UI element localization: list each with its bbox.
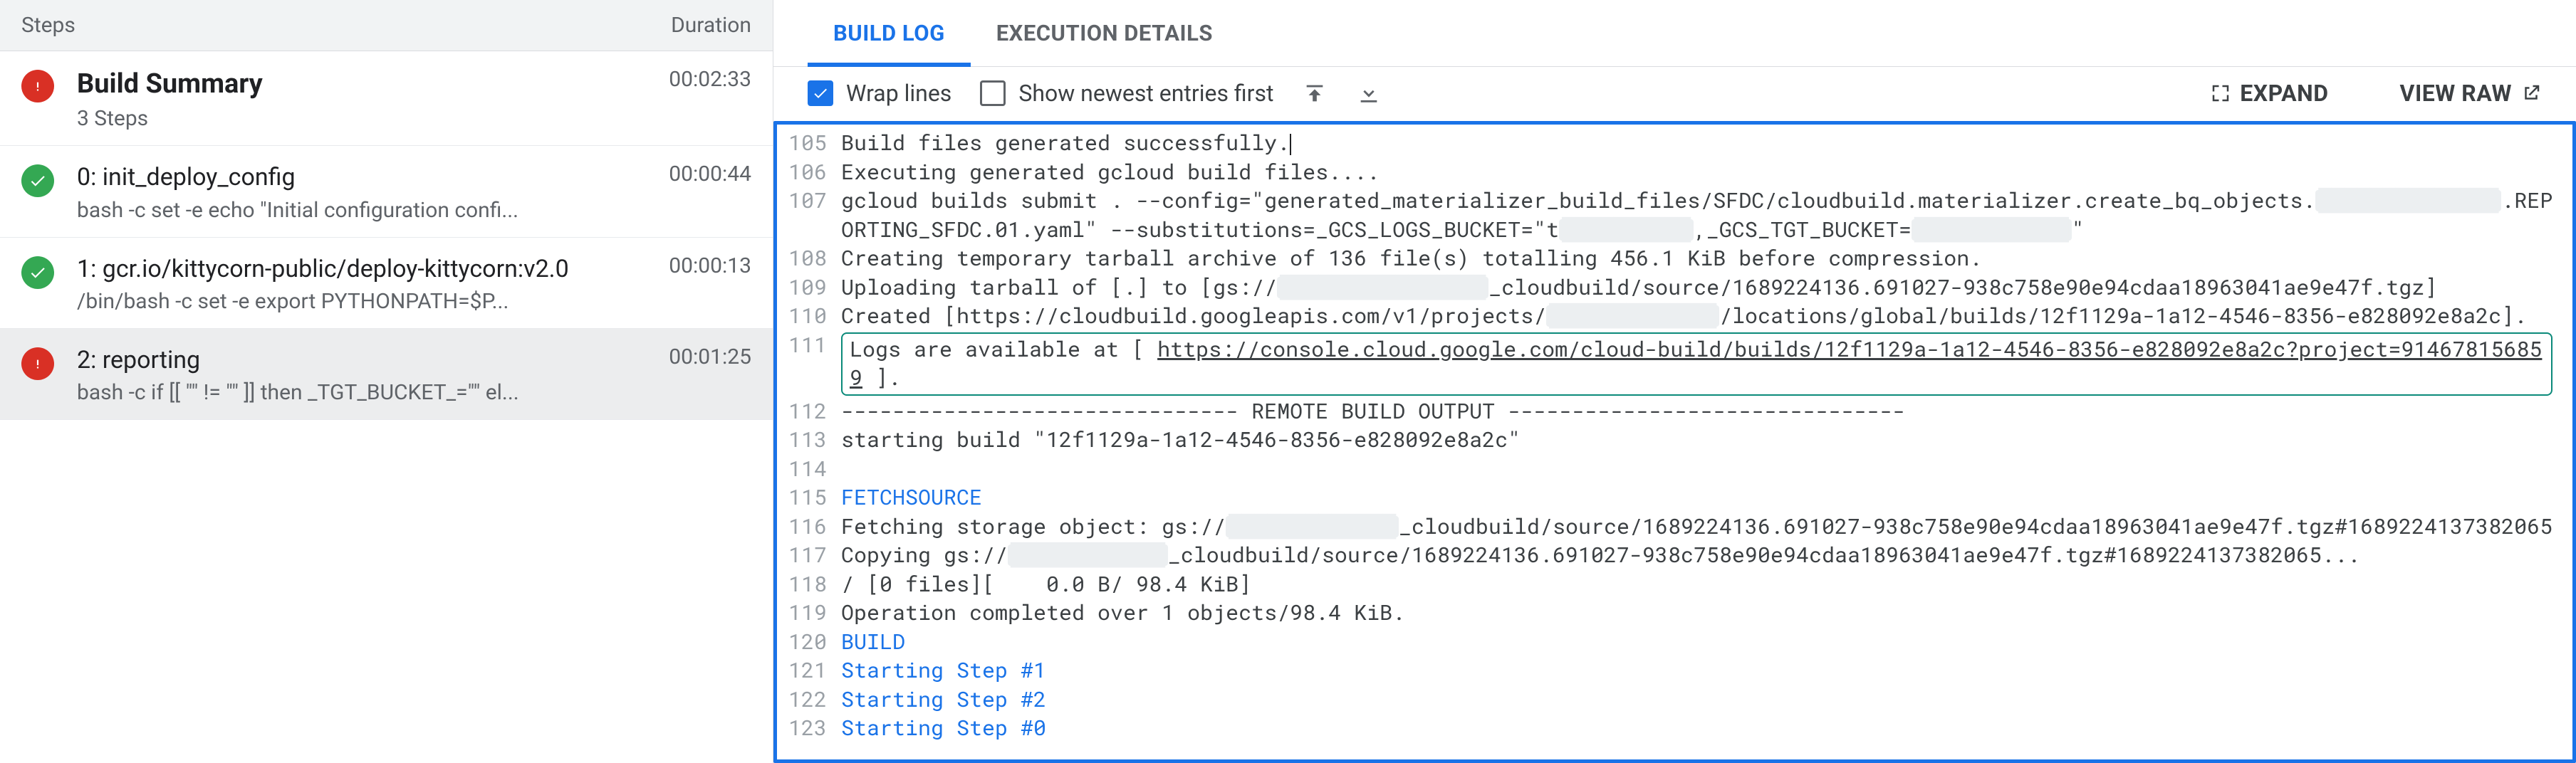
step-row-2[interactable]: 2: reporting bash -c if [[ "" != "" ]] th… [0,329,773,420]
line-text: Executing generated gcloud build files..… [841,158,2572,187]
line-text: Starting Step #2 [841,685,2572,715]
log-viewport[interactable]: 105Build files generated successfully.10… [773,121,2576,763]
line-text: / [0 files][ 0.0 B/ 98.4 KiB] [841,570,2572,599]
line-number: 114 [777,455,841,484]
step-title: 1: gcr.io/kittycorn-public/deploy-kittyc… [77,253,655,285]
log-line: 116Fetching storage object: gs://███████… [777,512,2572,542]
line-number: 111 [777,331,841,360]
tabs: BUILD LOG EXECUTION DETAILS [773,0,2576,67]
tab-build-log[interactable]: BUILD LOG [808,0,971,66]
line-text: FETCHSOURCE [841,483,2572,512]
expand-icon [2210,83,2231,104]
line-text: Fetching storage object: gs://██████████… [841,512,2572,542]
log-line: 115FETCHSOURCE [777,483,2572,512]
log-line: 111Logs are available at [ https://conso… [777,331,2572,397]
line-number: 116 [777,512,841,542]
log-toolbar: Wrap lines Show newest entries first EXP… [773,67,2576,121]
steps-sidebar: Steps Duration Build Summary 3 Steps 00:… [0,0,773,763]
line-text: Starting Step #1 [841,656,2572,685]
check-icon [21,256,54,289]
log-line: 105Build files generated successfully. [777,129,2572,158]
log-line: 110Created [https://cloudbuild.googleapi… [777,302,2572,331]
log-line: 119Operation completed over 1 objects/98… [777,599,2572,628]
line-number: 115 [777,483,841,512]
line-number: 106 [777,158,841,187]
checkbox-checked-icon [808,80,833,106]
build-summary-row[interactable]: Build Summary 3 Steps 00:02:33 [0,51,773,146]
step-duration: 00:01:25 [655,344,751,369]
wrap-lines-label: Wrap lines [846,80,951,107]
line-number: 105 [777,129,841,158]
expand-button[interactable]: EXPAND [2210,80,2328,107]
logs-link-callout[interactable]: Logs are available at [ https://console.… [841,332,2552,396]
step-command: /bin/bash -c set -e export PYTHONPATH=$P… [77,289,655,314]
line-text: Build files generated successfully. [841,129,2572,158]
error-icon [21,347,54,380]
log-line: 114 [777,455,2572,484]
line-number: 112 [777,397,841,426]
line-text: gcloud builds submit . --config="generat… [841,186,2572,244]
line-text: Starting Step #0 [841,714,2572,743]
log-line: 113starting build "12f1129a-1a12-4546-83… [777,426,2572,455]
line-number: 120 [777,628,841,657]
duration-col-header: Duration [671,13,751,38]
step-duration: 00:00:44 [655,162,751,186]
line-number: 109 [777,273,841,302]
line-text: BUILD [841,628,2572,657]
step-row-1[interactable]: 1: gcr.io/kittycorn-public/deploy-kittyc… [0,238,773,329]
line-number: 122 [777,685,841,715]
line-number: 121 [777,656,841,685]
line-number: 118 [777,570,841,599]
log-line: 118/ [0 files][ 0.0 B/ 98.4 KiB] [777,570,2572,599]
line-text: starting build "12f1129a-1a12-4546-8356-… [841,426,2572,455]
step-duration: 00:00:13 [655,253,751,278]
log-line: 108Creating temporary tarball archive of… [777,244,2572,273]
log-line: 120BUILD [777,628,2572,657]
summary-title: Build Summary [77,67,655,102]
line-number: 110 [777,302,841,331]
step-command: bash -c set -e echo "Initial configurati… [77,198,655,223]
log-line: 109Uploading tarball of [.] to [gs://███… [777,273,2572,302]
log-line: 117Copying gs://████████████_cloudbuild/… [777,541,2572,570]
log-line: 122Starting Step #2 [777,685,2572,715]
log-line: 106Executing generated gcloud build file… [777,158,2572,187]
download-icon[interactable] [1356,80,1382,106]
log-line: 123Starting Step #0 [777,714,2572,743]
newest-first-checkbox[interactable]: Show newest entries first [980,80,1273,107]
wrap-lines-checkbox[interactable]: Wrap lines [808,80,951,107]
check-icon [21,164,54,197]
tab-execution-details[interactable]: EXECUTION DETAILS [971,0,1239,66]
checkbox-empty-icon [980,80,1006,106]
step-row-0[interactable]: 0: init_deploy_configbash -c set -e echo… [0,146,773,237]
line-number: 107 [777,186,841,216]
log-line: 107gcloud builds submit . --config="gene… [777,186,2572,244]
log-line: 112------------------------------- REMOT… [777,397,2572,426]
log-line: 121Starting Step #1 [777,656,2572,685]
line-text: ------------------------------- REMOTE B… [841,397,2572,426]
steps-col-header: Steps [21,13,75,38]
line-number: 117 [777,541,841,570]
step-command: bash -c if [[ "" != "" ]] then _TGT_BUCK… [77,380,655,405]
scroll-top-icon[interactable] [1302,80,1328,106]
log-panel: BUILD LOG EXECUTION DETAILS Wrap lines S… [773,0,2576,763]
line-number: 123 [777,714,841,743]
summary-duration: 00:02:33 [655,67,751,92]
line-text: Operation completed over 1 objects/98.4 … [841,599,2572,628]
line-text: Creating temporary tarball archive of 13… [841,244,2572,273]
view-raw-button[interactable]: VIEW RAW [2400,80,2542,107]
step-title: 2: reporting [77,344,655,376]
step-title: 0: init_deploy_config [77,162,655,193]
line-number: 113 [777,426,841,455]
line-text: Copying gs://████████████_cloudbuild/sou… [841,541,2572,570]
line-text: Logs are available at [ https://console.… [841,331,2572,397]
external-link-icon [2520,83,2542,104]
line-text: Uploading tarball of [.] to [gs://██████… [841,273,2572,302]
line-number: 119 [777,599,841,628]
steps-header: Steps Duration [0,0,773,51]
summary-steps-count: 3 Steps [77,106,655,131]
newest-first-label: Show newest entries first [1018,80,1273,107]
line-number: 108 [777,244,841,273]
error-icon [21,70,54,102]
line-text: Created [https://cloudbuild.googleapis.c… [841,302,2572,331]
